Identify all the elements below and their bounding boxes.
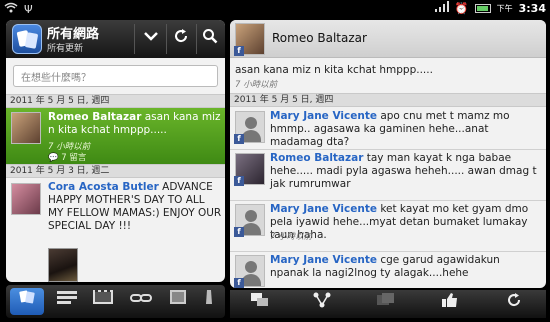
photo-icon (366, 292, 406, 316)
divider (134, 24, 135, 54)
feed-subtitle: 所有更新 (47, 44, 84, 54)
feed-item[interactable]: Cora Acosta Butler ADVANCE HAPPY MOTHER'… (6, 178, 225, 282)
avatar (11, 183, 41, 215)
author-name[interactable]: Romeo Baltazar (48, 111, 141, 123)
post-detail-header: f Romeo Baltazar (230, 20, 546, 58)
comment-icon: 💬 (48, 153, 59, 163)
status-tab[interactable] (50, 288, 84, 315)
search-icon[interactable] (196, 25, 224, 53)
facebook-icon: f (234, 278, 244, 288)
feed-title[interactable]: 所有網路 (47, 23, 99, 42)
links-tab[interactable] (124, 288, 158, 315)
facebook-icon: f (234, 176, 244, 186)
date-header: 2011 年 5 月 3 日, 週二 (6, 164, 225, 178)
original-post-time: 7 小時以前 (235, 80, 278, 90)
all-updates-tab[interactable] (10, 288, 44, 315)
status-bar: Ψ ⏰ 下午 3:34 (0, 0, 550, 17)
left-feed-pane: 所有網路 所有更新 在想些什麼嗎？ 2011 年 5 月 5 日, 週四 Rom… (6, 20, 225, 282)
post-text: Cora Acosta Butler ADVANCE HAPPY MOTHER'… (48, 181, 222, 233)
original-post-text: asan kana miz n kita kchat hmppp..... (235, 64, 433, 76)
comment-text: Romeo Baltazar tay man kayat k nga babae… (270, 152, 542, 191)
wifi-icon (4, 2, 18, 17)
post-action-bar (230, 290, 546, 318)
facebook-icon: f (234, 227, 244, 237)
friend-stream-app-icon (12, 24, 42, 54)
time-ampm: 下午 (496, 4, 513, 13)
post-author-name[interactable]: Romeo Baltazar (272, 31, 367, 45)
facebook-icon: f (234, 134, 244, 144)
comment-author[interactable]: Mary Jane Vicente (270, 254, 377, 266)
author-name[interactable]: Cora Acosta Butler (48, 181, 159, 193)
facebook-icon: f (234, 46, 244, 56)
feed-header: 所有網路 所有更新 (6, 20, 225, 58)
alarm-icon: ⏰ (454, 1, 469, 15)
like-icon[interactable] (430, 292, 470, 316)
comment-count[interactable]: 💬 7 留言 (48, 151, 86, 163)
comment-author[interactable]: Mary Jane Vicente (270, 110, 377, 122)
date-header: 2011 年 5 月 5 日, 週四 (6, 94, 225, 108)
battery-icon (474, 4, 491, 13)
avatar (11, 112, 41, 144)
albums-tab[interactable] (161, 288, 195, 315)
comment-text: Mary Jane Vicente apo cnu met t mamz mo … (270, 110, 542, 149)
comment-text: Mary Jane Vicente cge garud agawidakun n… (270, 254, 542, 280)
comment-time: 7 小時以前 (270, 232, 313, 242)
date-header: 2011 年 5 月 5 日, 週四 (230, 93, 546, 107)
comment-item: f Mary Jane Vicente ket kayat mo ket gya… (230, 201, 546, 251)
comment-item: f Mary Jane Vicente cge garud agawidakun… (230, 252, 546, 288)
comment-author[interactable]: Mary Jane Vicente (270, 203, 377, 215)
usb-icon: Ψ (24, 2, 33, 16)
signal-icon (434, 1, 449, 16)
chevron-down-icon[interactable] (137, 25, 165, 53)
comment-item: f Romeo Baltazar tay man kayat k nga bab… (230, 150, 546, 200)
app-screen: Ψ ⏰ 下午 3:34 所有網路 所有更新 在想些什麼嗎？ 2011 年 5 月… (0, 0, 550, 322)
post-detail-pane: f Romeo Baltazar asan kana miz n kita kc… (230, 20, 546, 288)
comment-item: f Mary Jane Vicente apo cnu met t mamz m… (230, 108, 546, 149)
post-text: Romeo Baltazar asan kana miz n kita kcha… (48, 111, 222, 137)
comment-author[interactable]: Romeo Baltazar (270, 152, 363, 164)
share-icon[interactable] (302, 292, 342, 316)
refresh-icon[interactable] (494, 292, 534, 316)
comment-count-label: 7 留言 (61, 153, 87, 163)
bottom-tab-bar (6, 285, 225, 318)
feed-item-selected[interactable]: Romeo Baltazar asan kana miz n kita kcha… (6, 108, 225, 164)
photos-tab[interactable] (86, 288, 120, 315)
status-update-input[interactable]: 在想些什麼嗎？ (13, 65, 218, 87)
comments-icon[interactable] (240, 292, 280, 316)
photo-thumbnail[interactable] (48, 248, 78, 282)
clock-time: 3:34 (518, 2, 546, 15)
refresh-icon[interactable] (167, 25, 195, 53)
more-tab[interactable] (196, 288, 222, 315)
